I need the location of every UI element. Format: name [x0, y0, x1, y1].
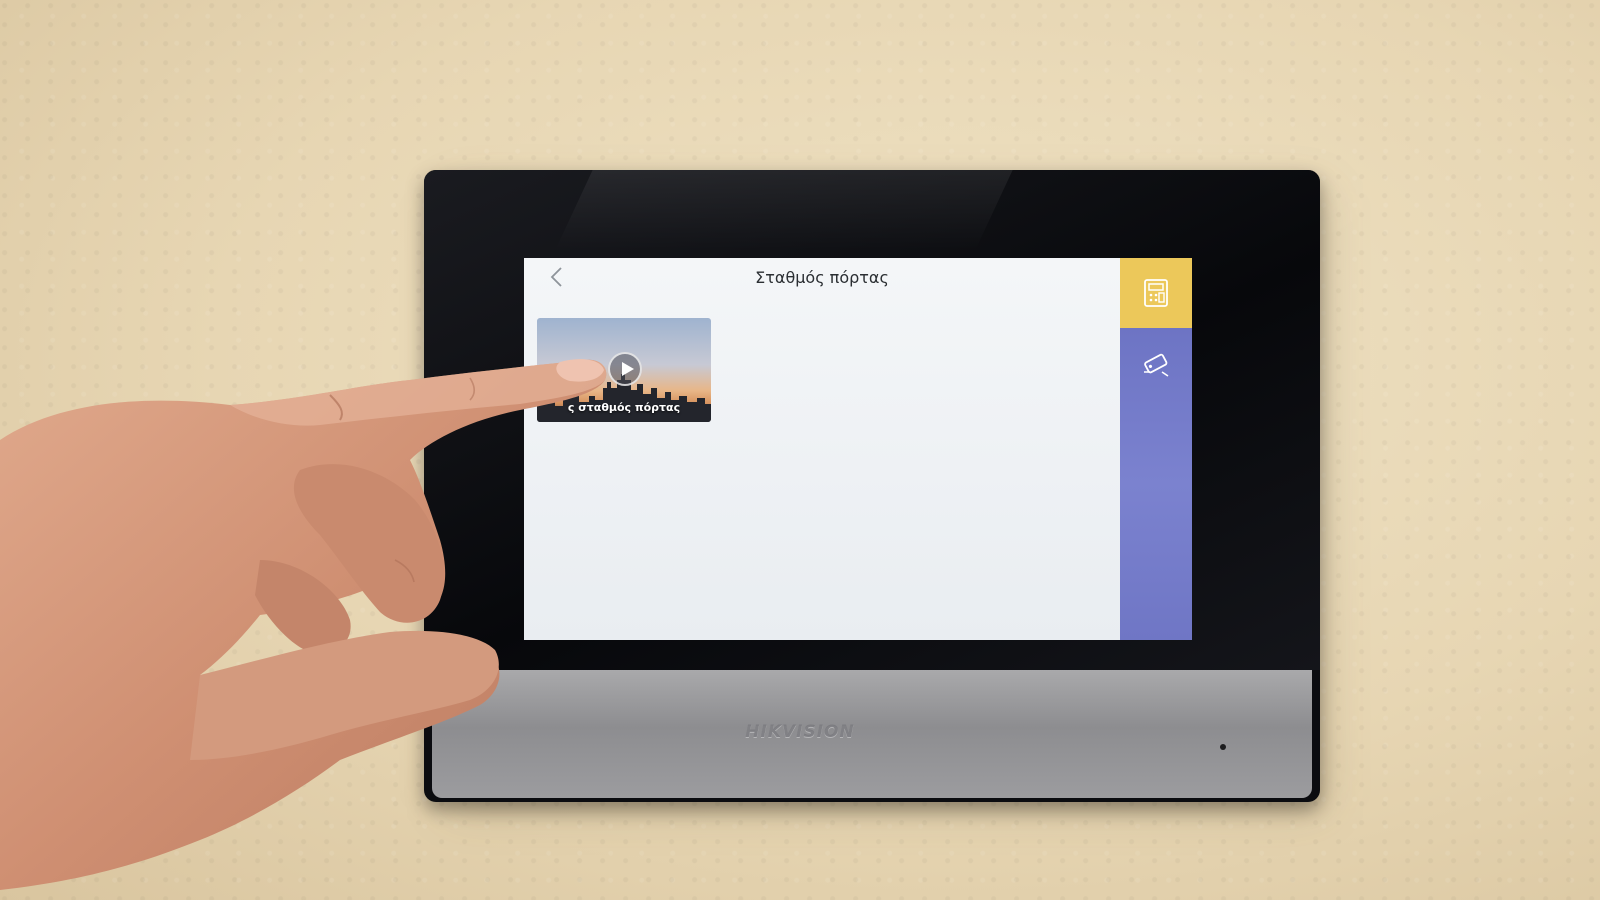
door-station-icon [1144, 279, 1168, 307]
door-station-tab[interactable] [1120, 258, 1192, 328]
microphone-dot [1220, 744, 1226, 750]
touch-screen: Σταθμός πόρτας ς σταθμός πόρτας [524, 258, 1192, 640]
page-title: Σταθμός πόρτας [755, 268, 889, 287]
side-menu [1120, 258, 1192, 640]
camera-icon [1144, 353, 1169, 377]
camera-tab[interactable] [1120, 328, 1192, 640]
play-icon[interactable] [608, 352, 642, 386]
brand-logo: HIKVISION [745, 722, 855, 742]
header-bar: Σταθμός πόρτας [524, 258, 1120, 298]
door-station-video-tile[interactable]: ς σταθμός πόρτας [537, 318, 711, 422]
tile-label: ς σταθμός πόρτας [567, 401, 681, 414]
